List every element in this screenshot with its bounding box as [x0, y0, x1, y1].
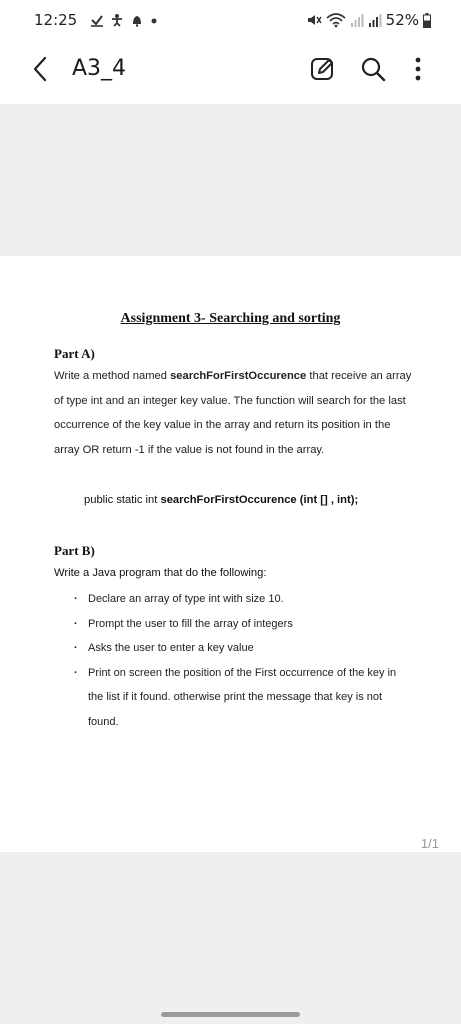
dot-icon — [151, 18, 157, 24]
list-item: · Asks the user to enter a key value — [74, 636, 414, 661]
page-counter: 1/1 — [420, 836, 439, 851]
signal-icon — [368, 14, 382, 27]
signal-icon — [350, 14, 364, 27]
part-a-text-after: that receive an array of type int and an… — [54, 370, 412, 456]
status-bar: 12:25 52% — [0, 0, 461, 40]
signature-suffix: (int [] , int); — [296, 494, 359, 506]
status-right-icons: 52% — [306, 10, 431, 30]
back-button[interactable] — [28, 54, 52, 84]
more-options-button[interactable] — [408, 55, 428, 83]
bullet-icon: · — [74, 642, 78, 655]
app-bar: A3_4 — [0, 40, 461, 104]
part-b-list: · Declare an array of type int with size … — [74, 587, 414, 735]
accessibility-icon — [112, 14, 122, 27]
part-a-title: Part A) — [54, 346, 95, 361]
method-signature: public static int searchForFirstOccurenc… — [84, 494, 358, 506]
document-page[interactable]: Assignment 3- Searching and sorting Part… — [0, 256, 461, 852]
viewer-background — [0, 104, 461, 256]
status-left-icons — [90, 12, 158, 28]
edit-icon — [311, 58, 333, 80]
edit-button[interactable] — [309, 55, 337, 83]
part-a-paragraph: Write a method named searchForFirstOccur… — [54, 364, 414, 462]
bullet-icon: · — [74, 666, 78, 679]
assignment-heading: Assignment 3- Searching and sorting — [120, 311, 341, 326]
bullet-icon: · — [74, 617, 78, 630]
bullet-icon: · — [74, 593, 78, 605]
part-b-intro: Write a Java program that do the followi… — [54, 567, 267, 579]
document-title: A3_4 — [72, 56, 127, 81]
status-time: 12:25 — [34, 11, 78, 29]
part-a-text-before: Write a method named — [54, 370, 171, 382]
home-indicator[interactable] — [161, 1012, 300, 1017]
part-a-method-name: searchForFirstOccurence — [170, 370, 307, 382]
search-button[interactable] — [359, 55, 387, 83]
notification-icon — [133, 16, 141, 27]
mute-icon — [307, 15, 322, 25]
download-icon — [91, 15, 103, 27]
battery-percent: 52% — [385, 11, 419, 29]
part-b-title: Part B) — [54, 543, 95, 558]
wifi-icon — [326, 13, 346, 28]
signature-prefix: public static int — [84, 494, 161, 506]
more-icon — [415, 57, 421, 81]
battery-icon — [423, 12, 431, 28]
list-item: · Declare an array of type int with size … — [74, 587, 414, 612]
back-icon — [33, 56, 47, 82]
search-icon — [361, 57, 386, 82]
viewer-background-bottom — [0, 852, 461, 1024]
signature-name: searchForFirstOccurence — [160, 494, 297, 506]
list-item: · Print on screen the position of the Fir… — [74, 661, 414, 735]
list-item: · Prompt the user to fill the array of in… — [74, 612, 414, 637]
